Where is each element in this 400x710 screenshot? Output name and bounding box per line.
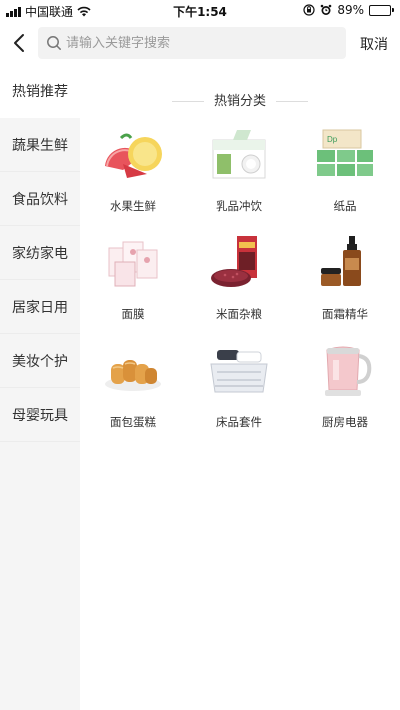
sidebar-item-food[interactable]: 食品饮料: [0, 172, 80, 226]
grain-icon: [207, 230, 271, 294]
category-label: 面霜精华: [322, 307, 368, 321]
category-tile-face-mask[interactable]: 面膜: [80, 230, 186, 330]
section-title: 热销分类: [80, 90, 400, 109]
kettle-icon: [313, 338, 377, 402]
search-box[interactable]: [38, 27, 346, 59]
category-label: 床品套件: [216, 415, 262, 429]
rotation-lock-icon: [303, 4, 315, 16]
divider: [171, 101, 204, 102]
search-input[interactable]: [66, 27, 336, 59]
battery-icon: [369, 4, 394, 16]
sidebar-item-home-textile[interactable]: 家纺家电: [0, 226, 80, 280]
status-right: 89%: [303, 3, 394, 17]
section-title-text: 热销分类: [213, 94, 266, 109]
back-icon[interactable]: [8, 30, 32, 56]
sidebar-item-label: 食品饮料: [12, 191, 68, 208]
sidebar-item-label: 蔬果生鲜: [12, 137, 68, 154]
sidebar-item-beauty[interactable]: 美妆个护: [0, 334, 80, 388]
sidebar-item-label: 热销推荐: [12, 83, 68, 100]
category-tile-fruit[interactable]: 水果生鲜: [80, 122, 186, 222]
category-grid: 水果生鲜 乳品冲饮 Dp 纸品 面膜 米面杂粮 面霜精华 面包蛋糕 床品套件 厨…: [80, 122, 400, 438]
category-tile-serum[interactable]: 面霜精华: [292, 230, 398, 330]
cancel-button[interactable]: 取消: [360, 34, 388, 54]
search-row: 取消: [0, 22, 400, 64]
category-sidebar: 热销推荐 蔬果生鲜 食品饮料 家纺家电 居家日用 美妆个护 母婴玩具: [0, 64, 80, 710]
bedding-icon: [207, 338, 271, 402]
category-tile-kettle[interactable]: 厨房电器: [292, 338, 398, 438]
face-mask-icon: [101, 230, 165, 294]
divider: [276, 101, 308, 102]
tissue-icon: Dp: [313, 122, 377, 186]
sidebar-item-hot[interactable]: 热销推荐: [0, 64, 80, 118]
category-label: 面包蛋糕: [110, 415, 156, 429]
category-label: 乳品冲饮: [216, 199, 262, 213]
category-label: 米面杂粮: [216, 307, 262, 321]
bread-icon: [101, 338, 165, 402]
category-tile-bedding[interactable]: 床品套件: [186, 338, 292, 438]
milk-icon: [207, 122, 271, 186]
category-tile-milk[interactable]: 乳品冲饮: [186, 122, 292, 222]
sidebar-item-household[interactable]: 居家日用: [0, 280, 80, 334]
search-icon: [46, 35, 62, 55]
category-label: 厨房电器: [322, 415, 368, 429]
battery-percent: 89%: [337, 3, 364, 17]
category-tile-tissue[interactable]: Dp 纸品: [292, 122, 398, 222]
status-bar: 中国联通 下午1:54 89%: [0, 0, 400, 22]
category-label: 面膜: [121, 307, 145, 321]
sidebar-item-label: 美妆个护: [12, 353, 68, 370]
category-label: 纸品: [333, 199, 357, 213]
sidebar-item-baby[interactable]: 母婴玩具: [0, 388, 80, 442]
category-tile-grain[interactable]: 米面杂粮: [186, 230, 292, 330]
category-content: 热销分类 水果生鲜 乳品冲饮 Dp 纸品 面膜 米面杂粮 面霜精华 面包蛋糕 床…: [80, 64, 400, 710]
sidebar-item-label: 家纺家电: [12, 245, 68, 262]
alarm-icon: [320, 4, 332, 16]
category-tile-bread[interactable]: 面包蛋糕: [80, 338, 186, 438]
fruit-icon: [101, 122, 165, 186]
serum-icon: [313, 230, 377, 294]
sidebar-item-label: 居家日用: [12, 299, 68, 316]
category-label: 水果生鲜: [110, 199, 156, 213]
sidebar-item-fresh[interactable]: 蔬果生鲜: [0, 118, 80, 172]
sidebar-item-label: 母婴玩具: [12, 407, 68, 424]
svg-text:Dp: Dp: [327, 135, 338, 144]
